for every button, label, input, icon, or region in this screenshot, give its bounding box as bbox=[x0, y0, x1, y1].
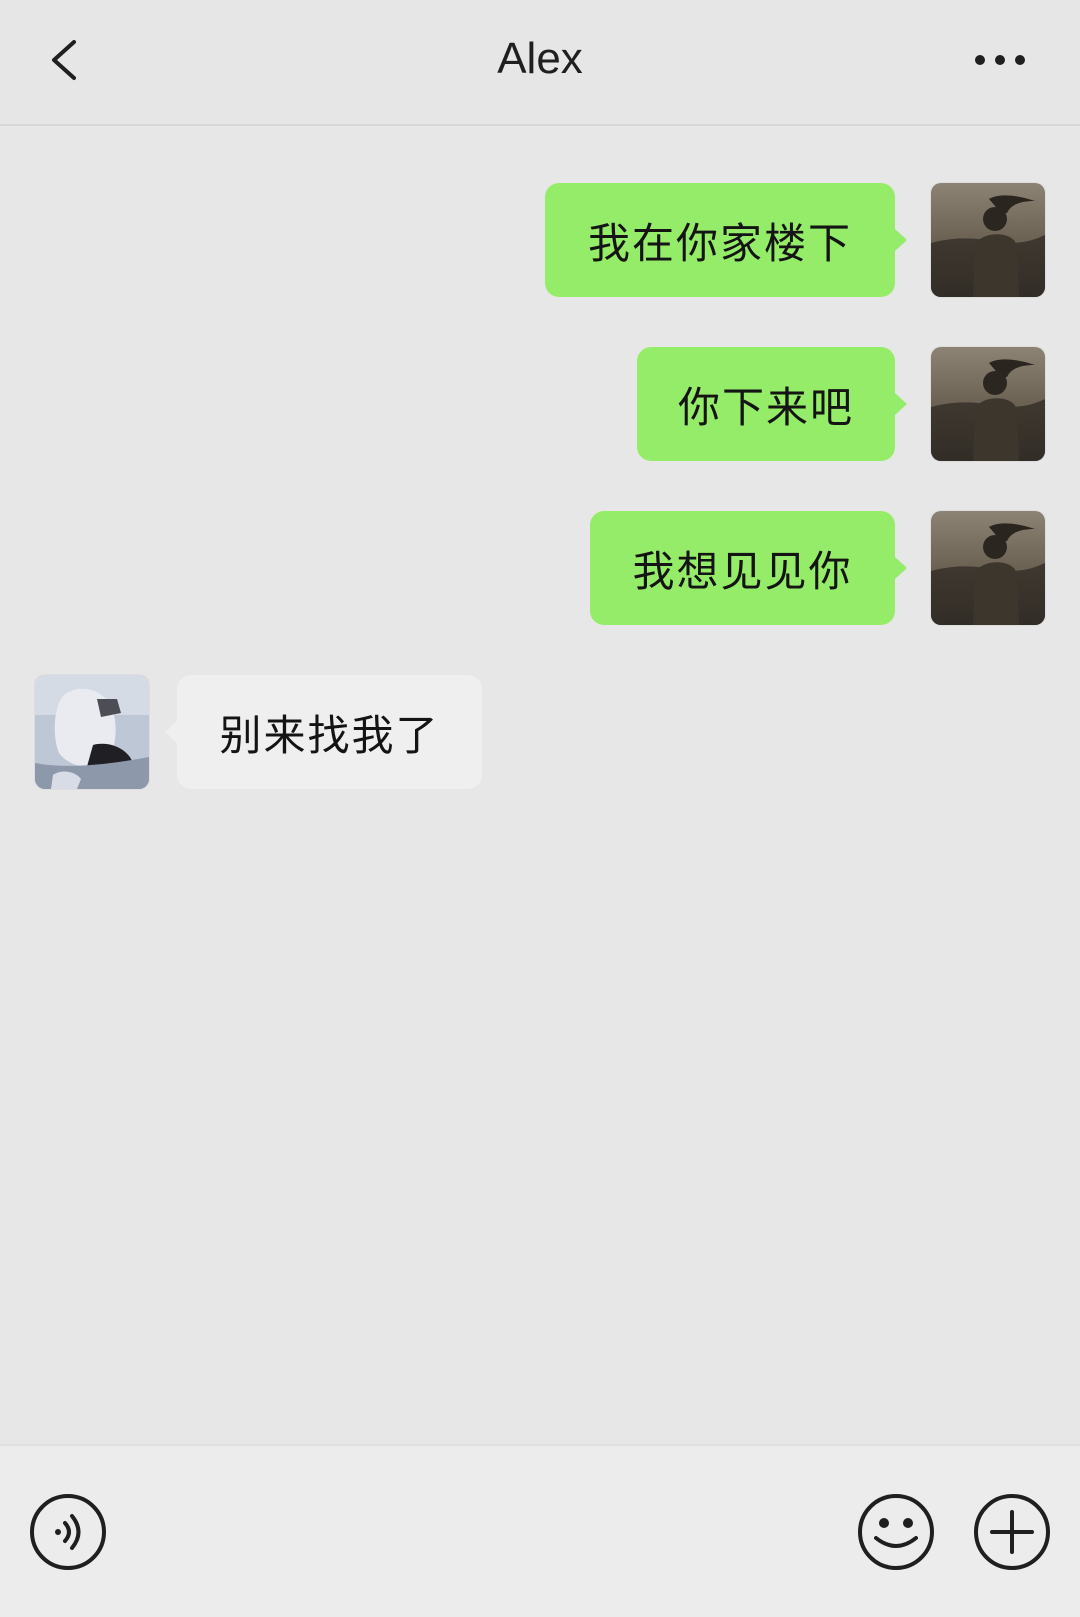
avatar-self[interactable] bbox=[931, 183, 1045, 297]
more-button[interactable] bbox=[972, 52, 1028, 68]
message-row: 别来找我了 bbox=[0, 675, 1080, 789]
message-bubble-sent[interactable]: 我在你家楼下 bbox=[545, 183, 907, 297]
message-bubble-sent[interactable]: 我想见见你 bbox=[590, 511, 907, 625]
plus-button[interactable] bbox=[972, 1492, 1052, 1572]
message-bubble-received[interactable]: 别来找我了 bbox=[165, 675, 482, 789]
input-toolbar bbox=[0, 1444, 1080, 1617]
message-row: 我在你家楼下 bbox=[0, 183, 1080, 297]
voice-icon bbox=[30, 1494, 106, 1570]
avatar-contact[interactable] bbox=[35, 675, 149, 789]
chat-header: Alex bbox=[0, 0, 1080, 126]
plus-icon bbox=[974, 1494, 1050, 1570]
voice-button[interactable] bbox=[28, 1492, 108, 1572]
avatar-self[interactable] bbox=[931, 511, 1045, 625]
ellipsis-icon bbox=[975, 55, 1025, 65]
message-row: 你下来吧 bbox=[0, 347, 1080, 461]
message-bubble-sent[interactable]: 你下来吧 bbox=[637, 347, 907, 461]
avatar-self[interactable] bbox=[931, 347, 1045, 461]
chat-area: 我在你家楼下 你下来吧 我想见见你 别来找我了 bbox=[0, 126, 1080, 1444]
message-row: 我想见见你 bbox=[0, 511, 1080, 625]
emoji-icon bbox=[858, 1494, 934, 1570]
emoji-button[interactable] bbox=[856, 1492, 936, 1572]
page-title: Alex bbox=[497, 34, 583, 83]
